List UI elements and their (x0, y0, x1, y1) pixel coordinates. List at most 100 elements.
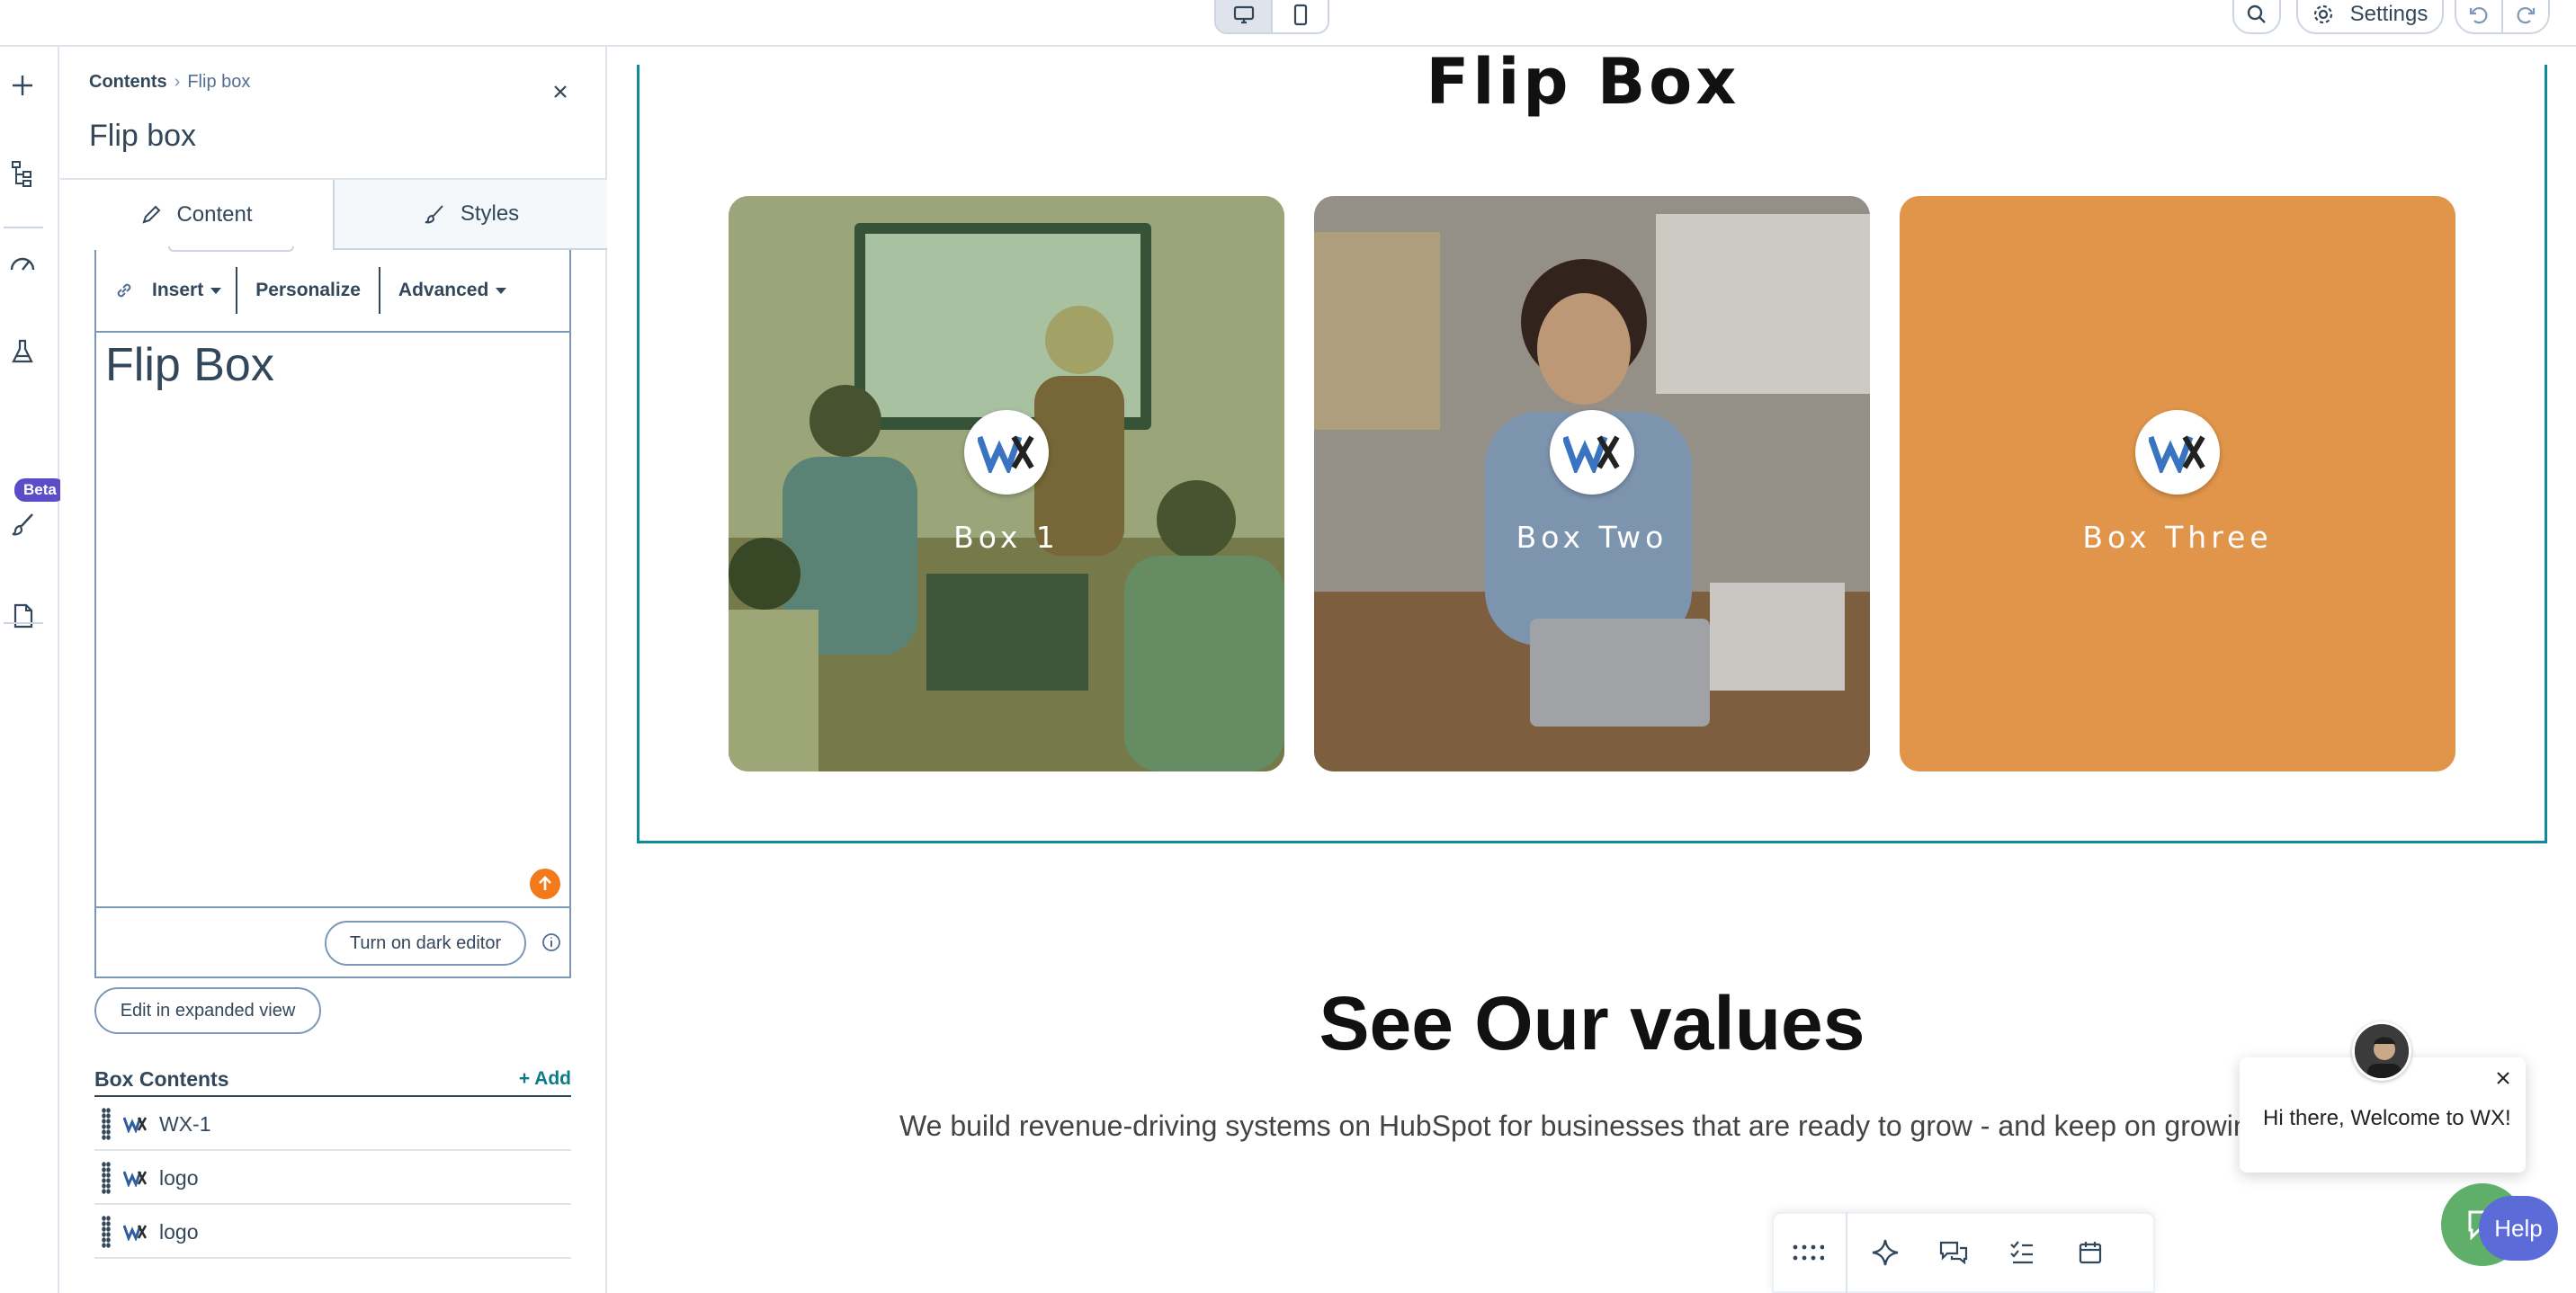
pencil-icon (142, 205, 161, 224)
tree-icon (12, 161, 31, 187)
settings-label: Settings (2349, 2, 2428, 26)
breadcrumb-current: Flip box (187, 72, 251, 92)
advanced-label: Advanced (398, 280, 489, 300)
link-icon (117, 283, 131, 298)
drag-handle-icon[interactable] (102, 1108, 111, 1140)
beta-badge: Beta (14, 478, 66, 502)
editor-text-area[interactable]: Flip Box (105, 338, 274, 392)
checklist-icon (2010, 1241, 2033, 1264)
sparkle-icon (1872, 1239, 1899, 1266)
search-icon (2247, 4, 2266, 23)
search-button[interactable] (2232, 0, 2281, 34)
wx-logo-icon (123, 1222, 147, 1242)
toolbar-divider (1846, 1212, 1847, 1293)
desktop-icon (1233, 5, 1254, 24)
list-item[interactable]: logo (94, 1207, 571, 1259)
close-icon[interactable] (2493, 1068, 2513, 1088)
paintbrush-icon (12, 513, 33, 536)
rail-divider (4, 622, 43, 624)
redo-button[interactable] (2501, 0, 2548, 32)
flip-box-label: Box Two (1516, 520, 1668, 555)
grid-dots-icon (1793, 1244, 1824, 1261)
layers-button[interactable] (0, 151, 45, 196)
info-icon[interactable] (541, 932, 562, 953)
tab-content[interactable]: Content (60, 180, 335, 250)
tab-styles-label: Styles (460, 201, 520, 226)
tab-content-label: Content (176, 202, 253, 227)
redo-icon (2517, 6, 2536, 24)
insert-label: Insert (152, 280, 204, 300)
list-item-label: logo (159, 1219, 199, 1244)
drag-handle-icon[interactable] (102, 1162, 111, 1194)
left-rail: Beta (0, 47, 66, 1293)
insert-dropdown[interactable]: Insert (143, 263, 236, 317)
breadcrumb-separator: › (174, 72, 181, 92)
close-panel-button[interactable] (546, 77, 575, 106)
avatar (2352, 1021, 2411, 1081)
panel-tabs: Content Styles (60, 178, 607, 250)
add-module-button[interactable] (0, 63, 45, 108)
undo-icon (2469, 6, 2488, 24)
flip-box-1[interactable]: Box 1 (729, 196, 1284, 771)
ai-button[interactable] (1851, 1212, 1919, 1293)
desktop-view-button[interactable] (1216, 0, 1271, 32)
advanced-dropdown[interactable]: Advanced (380, 263, 524, 317)
values-subheading: We build revenue-driving systems on HubS… (899, 1110, 2249, 1142)
caret-down-icon (496, 287, 507, 294)
flask-icon (12, 339, 33, 363)
box-contents-title: Box Contents (94, 1066, 229, 1091)
settings-button[interactable]: Settings (2296, 0, 2444, 34)
add-box-button[interactable]: + Add (519, 1068, 571, 1090)
gauge-icon (10, 257, 35, 271)
personalize-label: Personalize (255, 280, 361, 300)
plus-icon (13, 76, 32, 95)
wx-logo-icon (123, 1114, 147, 1134)
personalize-button[interactable]: Personalize (237, 263, 379, 317)
dark-editor-button[interactable]: Turn on dark editor (325, 921, 526, 966)
ai-assist-button[interactable] (530, 869, 560, 899)
list-item-label: logo (159, 1165, 199, 1190)
panel-title: Flip box (89, 119, 197, 153)
checklist-button[interactable] (1988, 1212, 2056, 1293)
comments-icon (1939, 1241, 1968, 1265)
comments-button[interactable] (1919, 1212, 1988, 1293)
drag-toolbar-handle[interactable] (1774, 1212, 1842, 1293)
help-label: Help (2479, 1196, 2558, 1261)
brush-icon (425, 205, 443, 224)
arrow-up-icon (539, 876, 551, 890)
flip-box-3[interactable]: Box Three (1900, 196, 2455, 771)
drag-handle-icon[interactable] (102, 1216, 111, 1248)
calendar-icon (2079, 1242, 2102, 1264)
module-settings-panel: Contents › Flip box Flip box Content Sty… (60, 47, 607, 1293)
pages-button[interactable] (0, 593, 45, 638)
breadcrumb: Contents › Flip box (89, 72, 250, 93)
help-button[interactable]: Help (2441, 1183, 2560, 1270)
list-item-label: WX-1 (159, 1111, 211, 1136)
document-icon (13, 603, 33, 629)
caret-down-icon (210, 287, 222, 294)
flip-box-label: Box 1 (953, 520, 1060, 555)
mobile-view-button[interactable] (1271, 0, 1328, 32)
wx-logo-icon (123, 1168, 147, 1188)
flipbox-heading: Flip Box (1426, 45, 1740, 119)
gear-icon (2313, 4, 2332, 24)
list-item[interactable]: WX-1 (94, 1099, 571, 1151)
editor-footer: Turn on dark editor (96, 906, 569, 976)
wx-logo-icon (1550, 410, 1634, 495)
rich-text-editor: Insert Personalize Advanced Flip Box Tur… (94, 246, 571, 978)
expanded-view-button[interactable]: Edit in expanded view (94, 987, 321, 1034)
breadcrumb-contents-link[interactable]: Contents (89, 72, 167, 93)
close-icon (554, 85, 567, 98)
brand-kit-button[interactable] (0, 502, 45, 547)
top-bar: Settings (0, 0, 2576, 47)
list-item[interactable]: logo (94, 1153, 571, 1205)
flip-box-label: Box Three (2082, 520, 2273, 555)
undo-button[interactable] (2456, 0, 2501, 32)
test-button[interactable] (0, 329, 45, 374)
optimize-button[interactable] (0, 239, 45, 284)
link-button[interactable] (96, 263, 143, 317)
tab-styles[interactable]: Styles (335, 180, 607, 250)
calendar-button[interactable] (2056, 1212, 2124, 1293)
chat-message: Hi there, Welcome to WX! (2263, 1106, 2511, 1130)
flip-box-2[interactable]: Box Two (1314, 196, 1870, 771)
